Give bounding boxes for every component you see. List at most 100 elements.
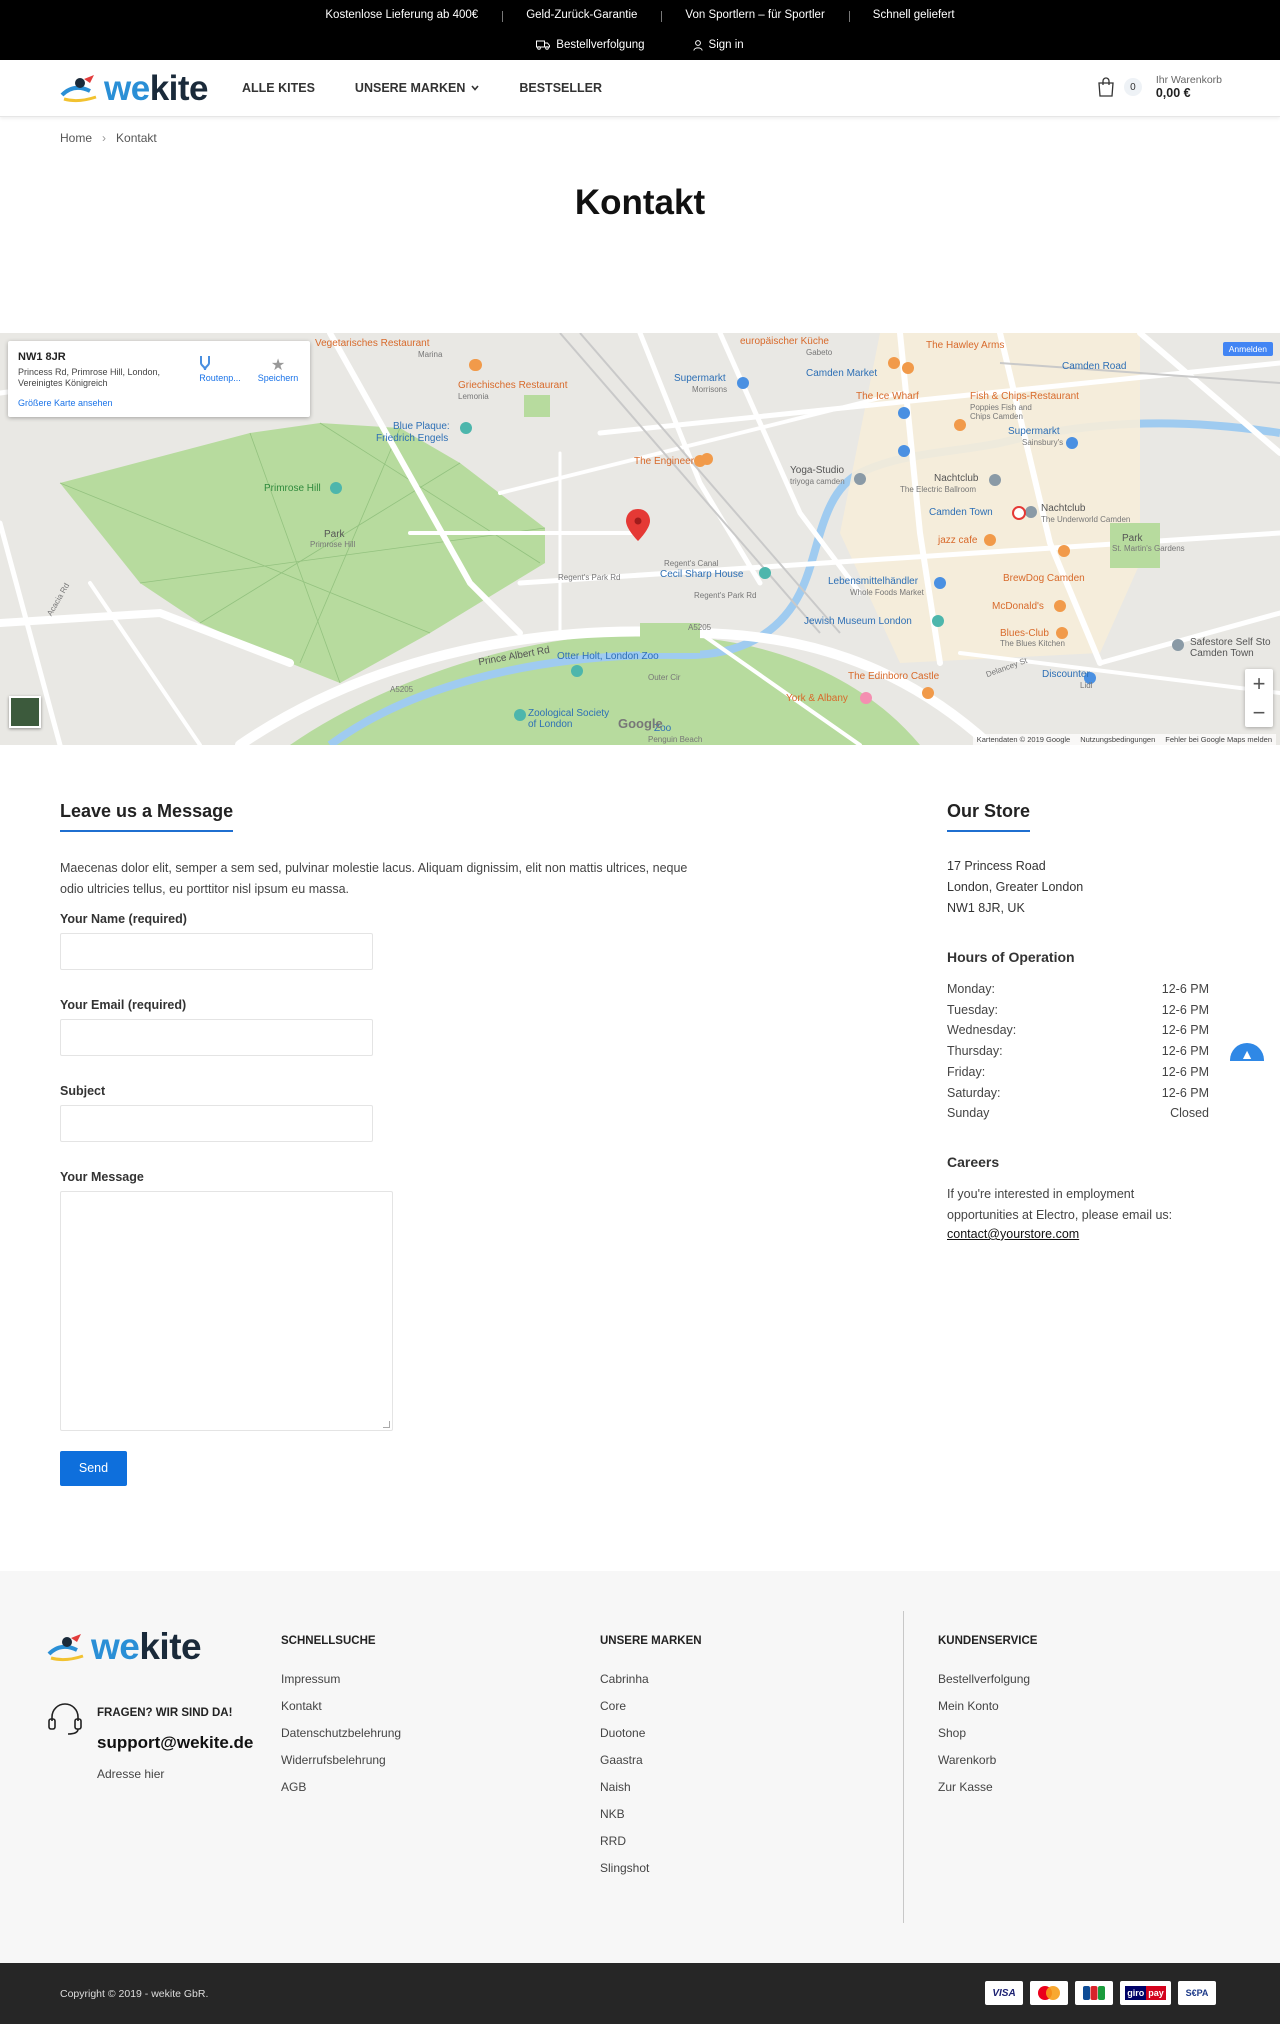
logo-kite: kite [139, 1626, 202, 1667]
hours-row: Monday: 12-6 PM [947, 979, 1209, 1000]
map-label-outercir: Outer Cir [648, 673, 681, 682]
map-label-bluesclub: Blues-Club [1000, 628, 1049, 639]
footer-logo[interactable]: wekite [47, 1626, 202, 1667]
map-label-camdenroad: Camden Road [1062, 361, 1127, 372]
scroll-to-top-button[interactable]: ▲ [1230, 1043, 1264, 1061]
map-label-mcdonalds: McDonald's [992, 601, 1044, 612]
footer-col-brands: UNSERE MARKEN Cabrinha Core Duotone Gaas… [600, 1635, 702, 1888]
hours-time: 12-6 PM [1161, 1023, 1209, 1038]
map-report-link[interactable]: Fehler bei Google Maps melden [1165, 735, 1272, 744]
google-map[interactable]: Vegetarisches Restaurant Marina Griechis… [0, 333, 1280, 745]
nav-brands[interactable]: UNSERE MARKEN [355, 81, 479, 95]
satellite-toggle[interactable] [9, 696, 41, 728]
cart-widget[interactable]: 0 Ihr Warenkorb 0,00 € [1096, 74, 1222, 100]
footer-link[interactable]: Bestellverfolgung [938, 1672, 1037, 1699]
map-label-stmartins: St. Martin's Gardens [1112, 544, 1185, 553]
map-label-regentscanal: Regent's Canal [664, 559, 719, 568]
footer-link[interactable]: Cabrinha [600, 1672, 702, 1699]
subject-input[interactable] [60, 1105, 373, 1142]
footer-link[interactable]: RRD [600, 1834, 702, 1861]
name-input[interactable] [60, 933, 373, 970]
footer-link[interactable]: Gaastra [600, 1753, 702, 1780]
map-label-bluesclub2: The Blues Kitchen [1000, 639, 1065, 648]
map-label-yoga: Yoga-Studio [790, 465, 845, 476]
footer-link[interactable]: Naish [600, 1780, 702, 1807]
shopping-bag-icon [1098, 77, 1114, 97]
map-label-safestore2: Camden Town [1190, 648, 1254, 659]
map-label-wholefoods: Whole Foods Market [850, 588, 924, 597]
nav-all-kites[interactable]: ALLE KITES [242, 81, 315, 95]
support-email-link[interactable]: support@wekite.de [97, 1733, 253, 1753]
map-label-lebensmittel: Lebensmittelhändler [828, 576, 919, 587]
careers-text: If you're interested in employment oppor… [947, 1186, 1173, 1222]
footer-link[interactable]: Core [600, 1699, 702, 1726]
top-bar: Kostenlose Lieferung ab 400€ Geld-Zurück… [0, 0, 1280, 60]
support-address: Adresse hier [97, 1767, 165, 1781]
zoom-in-icon[interactable]: + [1253, 671, 1266, 697]
breadcrumb-home[interactable]: Home [60, 131, 92, 145]
footer-link[interactable]: AGB [281, 1780, 401, 1807]
footer-link[interactable]: Duotone [600, 1726, 702, 1753]
google-logo: Google [618, 716, 663, 731]
footer-link[interactable]: Shop [938, 1726, 1037, 1753]
payment-methods: VISA giro pay S€PA [985, 1981, 1216, 2005]
name-label: Your Name (required) [60, 912, 187, 926]
page-title: Kontakt [574, 183, 706, 222]
map-label-fishchips: Fish & Chips-Restaurant [970, 391, 1079, 402]
map-label-camdentown: Camden Town [929, 507, 993, 518]
map-label-zoosoc2: of London [528, 719, 573, 730]
footer-link[interactable]: Mein Konto [938, 1699, 1037, 1726]
map-label-otter: Otter Holt, London Zoo [557, 651, 659, 662]
order-tracking-link[interactable]: Bestellverfolgung [536, 39, 645, 51]
map-terms-link[interactable]: Nutzungsbedingungen [1080, 735, 1155, 744]
user-icon [692, 39, 703, 51]
map-label-vegetarian: Vegetarisches Restaurant [315, 338, 430, 349]
map-label-icewharf: The Ice Wharf [856, 391, 919, 402]
footer-link[interactable]: NKB [600, 1807, 702, 1834]
chevron-up-icon: ▲ [1240, 1046, 1254, 1061]
footer-link[interactable]: Impressum [281, 1672, 401, 1699]
map-label-triyoga: triyoga camden [790, 477, 845, 486]
store-heading: Our Store [947, 801, 1031, 832]
map-label-blueplaque: Blue Plaque: [393, 421, 450, 432]
footer-link[interactable]: Datenschutzbelehrung [281, 1726, 401, 1753]
save-place-label: Speichern [257, 373, 299, 383]
footer-link[interactable]: Warenkorb [938, 1753, 1037, 1780]
subject-label: Subject [60, 1084, 106, 1098]
save-place-button[interactable]: ★ Speichern [256, 355, 300, 383]
map-label-brewdog: BrewDog Camden [1003, 573, 1085, 584]
email-input[interactable] [60, 1019, 373, 1056]
jcb-icon [1075, 1981, 1113, 2005]
map-signin-button[interactable]: Anmelden [1222, 342, 1273, 356]
breadcrumb-separator: › [102, 131, 107, 145]
footer-link[interactable]: Widerrufsbelehrung [281, 1753, 401, 1780]
footer-link[interactable]: Zur Kasse [938, 1780, 1037, 1807]
footer-link[interactable]: Slingshot [600, 1861, 702, 1888]
nav-bestseller[interactable]: BESTSELLER [519, 81, 602, 95]
route-button[interactable]: Routenp... [198, 355, 242, 383]
hours-day: Tuesday: [947, 1002, 998, 1017]
zoom-out-icon[interactable]: − [1253, 700, 1266, 726]
signin-link[interactable]: Sign in [692, 39, 744, 51]
map-label-zoosoc: Zoological Society [528, 708, 610, 719]
logo-we: we [104, 68, 150, 108]
copyright: Copyright © 2019 - wekite GbR. [60, 1987, 209, 2000]
footer-link[interactable]: Kontakt [281, 1699, 401, 1726]
site-footer: wekite FRAGEN? WIR SIND DA! support@weki… [0, 1571, 1280, 1963]
footer-col-title: UNSERE MARKEN [600, 1635, 702, 1647]
map-label-engels: Friedrich Engels [376, 433, 449, 444]
hours-day: Sunday [947, 1106, 990, 1121]
hours-heading: Hours of Operation [947, 949, 1075, 965]
map-label-gabeto: Gabeto [806, 348, 833, 357]
message-textarea[interactable] [60, 1191, 393, 1431]
larger-map-link[interactable]: Größere Karte ansehen [18, 398, 300, 408]
map-label-poppies: Poppies Fish and [970, 403, 1032, 412]
site-logo[interactable]: wekite [60, 71, 242, 106]
careers-email-link[interactable]: contact@yourstore.com [947, 1227, 1079, 1241]
form-intro: Maecenas dolor elit, semper a sem sed, p… [60, 861, 688, 896]
signin-label: Sign in [708, 39, 744, 51]
hours-time: 12-6 PM [1161, 982, 1209, 996]
send-button[interactable]: Send [60, 1451, 127, 1486]
map-label-discounter: Discounter [1042, 669, 1090, 680]
map-label-safestore: Safestore Self Sto [1190, 637, 1271, 648]
